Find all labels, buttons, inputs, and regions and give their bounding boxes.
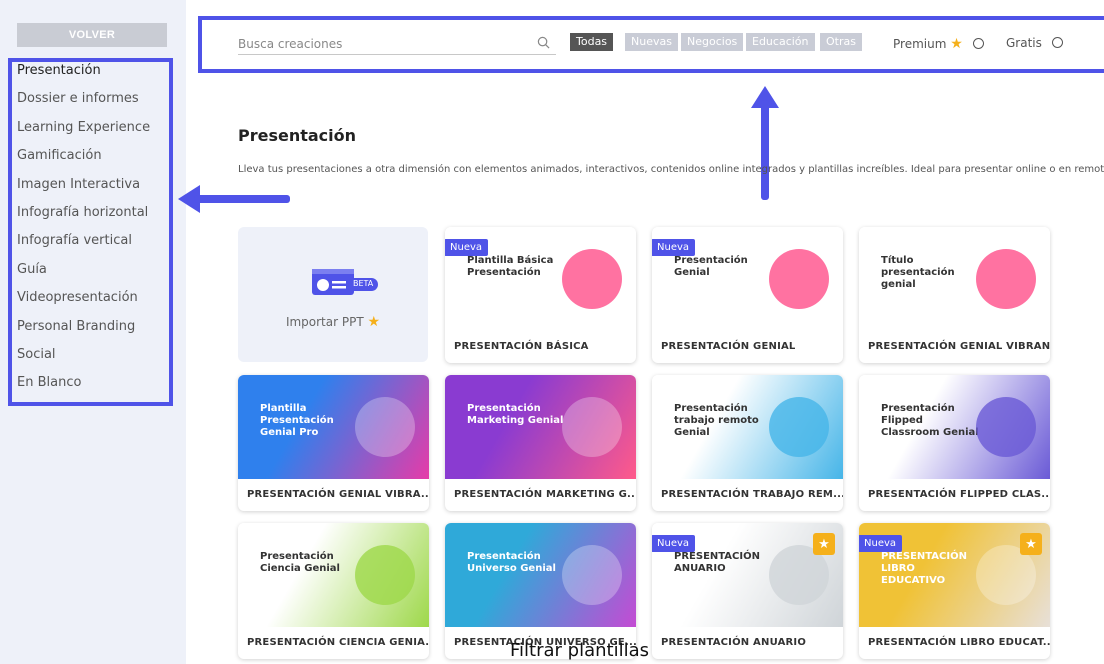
sidebar-item-presentacion[interactable]: Presentación	[17, 59, 167, 87]
thumbnail-title: Título presentación genial	[881, 255, 955, 290]
thumbnail-illustration	[976, 249, 1036, 309]
new-badge: Nueva	[445, 239, 489, 256]
new-badge: Nueva	[652, 239, 696, 256]
back-button[interactable]: VOLVER	[17, 23, 167, 47]
star-icon: ★	[367, 314, 381, 330]
new-badge: Nueva	[652, 535, 696, 552]
thumbnail-illustration	[562, 397, 622, 457]
search-placeholder: Busca creaciones	[238, 37, 343, 51]
thumbnail-title: Presentación Ciencia Genial	[260, 551, 340, 574]
star-icon: ★	[950, 36, 963, 52]
thumbnail-title: Plantilla Presentación Genial Pro	[260, 403, 334, 438]
template-card[interactable]: Plantilla Presentación Genial Pro PRESENT…	[238, 375, 429, 511]
template-card[interactable]: PRESENTACIÓN LIBRO EDUCATIVO Nueva ★ PRESEN…	[859, 523, 1050, 659]
thumbnail-illustration	[769, 397, 829, 457]
sidebar-item-social[interactable]: Social	[17, 343, 167, 371]
sidebar-item-imagen[interactable]: Imagen Interactiva	[17, 173, 167, 201]
template-thumbnail: Presentación Universo Genial	[445, 523, 636, 627]
sidebar-item-learning[interactable]: Learning Experience	[17, 116, 167, 144]
sidebar-item-gamificacion[interactable]: Gamificación	[17, 144, 167, 172]
thumbnail-illustration	[355, 397, 415, 457]
premium-star-icon: ★	[1020, 533, 1042, 555]
template-thumbnail: Presentación trabajo remoto Genial	[652, 375, 843, 479]
template-card[interactable]: Presentación Ciencia Genial PRESENTACIÓN …	[238, 523, 429, 659]
template-caption: PRESENTACIÓN ANUARIO	[661, 637, 807, 648]
template-caption: PRESENTACIÓN TRABAJO REM...	[661, 489, 843, 500]
category-nav: Presentación Dossier e informes Learning…	[17, 59, 167, 400]
template-thumbnail: Presentación Marketing Genial	[445, 375, 636, 479]
template-caption: PRESENTACIÓN GENIAL VIBRANT	[868, 341, 1050, 352]
template-caption: PRESENTACIÓN GENIAL	[661, 341, 796, 352]
template-caption: PRESENTACIÓN FLIPPED CLAS...	[868, 489, 1050, 500]
premium-radio[interactable]	[972, 38, 984, 49]
search-input[interactable]: Busca creaciones	[238, 33, 556, 55]
thumbnail-illustration	[769, 249, 829, 309]
footer-caption: Filtrar plantillas	[510, 640, 649, 661]
free-label: Gratis	[1006, 36, 1042, 50]
import-ppt-card[interactable]: BETA Importar PPT ★	[238, 227, 428, 362]
filter-otras[interactable]: Otras	[820, 33, 862, 51]
template-card[interactable]: Plantilla Básica Presentación Nueva PRESEN…	[445, 227, 636, 363]
sidebar-item-infografia-v[interactable]: Infografía vertical	[17, 229, 167, 257]
section-description: Lleva tus presentaciones a otra dimensió…	[238, 164, 1104, 175]
thumbnail-title: Presentación Universo Genial	[467, 551, 556, 574]
import-ppt-label: Importar PPT ★	[238, 314, 428, 330]
thumbnail-illustration	[976, 397, 1036, 457]
thumbnail-title: Plantilla Básica Presentación	[467, 255, 554, 278]
thumbnail-illustration	[355, 545, 415, 605]
template-caption: PRESENTACIÓN GENIAL VIBRA...	[247, 489, 429, 500]
thumbnail-illustration	[562, 249, 622, 309]
template-card[interactable]: Presentación Universo Genial PRESENTACIÓN…	[445, 523, 636, 659]
template-card[interactable]: Presentación trabajo remoto Genial PRESEN…	[652, 375, 843, 511]
thumbnail-title: Presentación Flipped Classroom Genial	[881, 403, 979, 438]
filter-nuevas[interactable]: Nuevas	[625, 33, 678, 51]
new-badge: Nueva	[859, 535, 903, 552]
template-thumbnail: Plantilla Presentación Genial Pro	[238, 375, 429, 479]
template-card[interactable]: Presentación Genial Nueva PRESENTACIÓN GEN…	[652, 227, 843, 363]
thumbnail-title: Presentación Marketing Genial	[467, 403, 564, 426]
template-caption: PRESENTACIÓN LIBRO EDUCAT...	[868, 637, 1050, 648]
sidebar-item-blanco[interactable]: En Blanco	[17, 371, 167, 399]
beta-badge: BETA	[353, 279, 374, 288]
template-thumbnail: Título presentación genial	[859, 227, 1050, 331]
search-icon[interactable]	[537, 36, 550, 49]
template-thumbnail: Presentación Ciencia Genial	[238, 523, 429, 627]
premium-star-icon: ★	[813, 533, 835, 555]
template-caption: PRESENTACIÓN CIENCIA GENIA...	[247, 637, 429, 648]
thumbnail-title: Presentación trabajo remoto Genial	[674, 403, 759, 438]
thumbnail-illustration	[562, 545, 622, 605]
thumbnail-title: PRESENTACIÓN LIBRO EDUCATIVO	[881, 551, 967, 586]
thumbnail-title: PRESENTACIÓN ANUARIO	[674, 551, 760, 574]
arrow-left-shaft	[194, 195, 290, 203]
thumbnail-title: Presentación Genial	[674, 255, 748, 278]
template-card[interactable]: Presentación Flipped Classroom Genial PRE…	[859, 375, 1050, 511]
template-card[interactable]: Título presentación genial PRESENTACIÓN G…	[859, 227, 1050, 363]
filter-todas[interactable]: Todas	[570, 33, 614, 51]
template-card[interactable]: Presentación Marketing Genial PRESENTACIÓ…	[445, 375, 636, 511]
arrow-up-shaft	[761, 100, 769, 200]
sidebar-item-infografia-h[interactable]: Infografía horizontal	[17, 201, 167, 229]
free-radio[interactable]	[1051, 37, 1063, 48]
sidebar-item-guia[interactable]: Guía	[17, 258, 167, 286]
filter-negocios[interactable]: Negocios	[681, 33, 744, 51]
free-toggle[interactable]: Gratis	[1006, 36, 1063, 50]
filter-educacion[interactable]: Educación	[746, 33, 815, 51]
sidebar: VOLVER Presentación Dossier e informes L…	[0, 0, 186, 664]
premium-toggle[interactable]: Premium ★	[893, 36, 984, 52]
page-title: Presentación	[238, 126, 357, 145]
template-thumbnail: Presentación Flipped Classroom Genial	[859, 375, 1050, 479]
template-card[interactable]: PRESENTACIÓN ANUARIO Nueva ★ PRESENTACIÓN A…	[652, 523, 843, 659]
sidebar-item-dossier[interactable]: Dossier e informes	[17, 87, 167, 115]
template-caption: PRESENTACIÓN BÁSICA	[454, 341, 589, 352]
sidebar-item-branding[interactable]: Personal Branding	[17, 315, 167, 343]
premium-label: Premium	[893, 37, 947, 51]
template-caption: PRESENTACIÓN MARKETING G...	[454, 489, 636, 500]
sidebar-item-video[interactable]: Videopresentación	[17, 286, 167, 314]
import-label-text: Importar PPT	[285, 315, 364, 329]
